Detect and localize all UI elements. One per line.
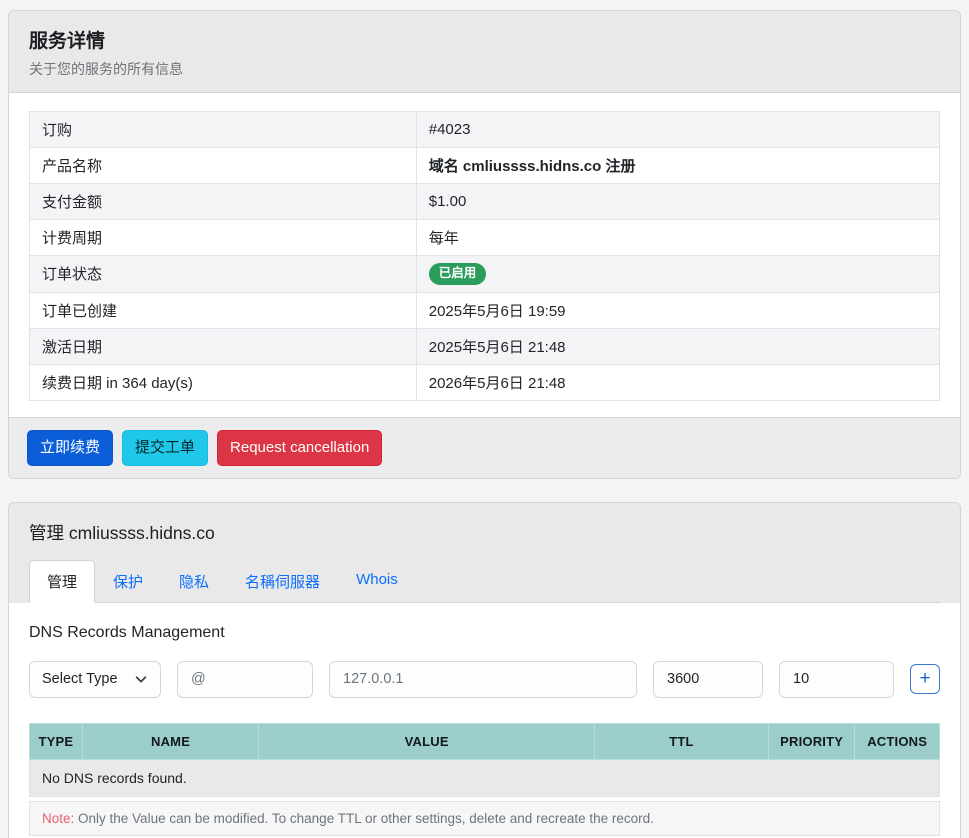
record-value-input[interactable] xyxy=(329,661,637,698)
dns-records-table: TYPE NAME VALUE TTL PRIORITY ACTIONS No … xyxy=(29,723,940,797)
dns-table-header-row: TYPE NAME VALUE TTL PRIORITY ACTIONS xyxy=(30,723,940,759)
table-row: 支付金额 $1.00 xyxy=(30,184,940,220)
service-card-header: 服务详情 关于您的服务的所有信息 xyxy=(9,11,960,93)
manage-domain-card: 管理 cmliussss.hidns.co 管理 保护 隐私 名稱伺服器 Who… xyxy=(8,502,961,838)
row-value: $1.00 xyxy=(416,184,939,220)
dns-empty-row: No DNS records found. xyxy=(30,759,940,796)
column-header-ttl: TTL xyxy=(595,723,769,759)
record-name-input[interactable] xyxy=(177,661,313,698)
row-label: 订购 xyxy=(30,112,417,148)
tab-nameservers[interactable]: 名稱伺服器 xyxy=(227,560,338,603)
request-cancellation-button[interactable]: Request cancellation xyxy=(217,430,382,466)
status-badge: 已启用 xyxy=(429,263,487,285)
page-subtitle: 关于您的服务的所有信息 xyxy=(29,59,940,79)
service-details-table: 订购 #4023 产品名称 域名 cmliussss.hidns.co 注册 支… xyxy=(29,111,940,401)
record-type-select[interactable]: Select Type xyxy=(29,661,161,698)
product-name-value: 域名 cmliussss.hidns.co 注册 xyxy=(416,148,939,184)
dns-note: Note: Only the Value can be modified. To… xyxy=(29,801,940,836)
table-row: 产品名称 域名 cmliussss.hidns.co 注册 xyxy=(30,148,940,184)
manage-card-body: DNS Records Management Select Type + TYP… xyxy=(9,603,960,838)
record-ttl-input[interactable] xyxy=(653,661,763,698)
table-row: 续费日期 in 364 day(s) 2026年5月6日 21:48 xyxy=(30,364,940,400)
row-label: 产品名称 xyxy=(30,148,417,184)
record-type-selected-value: Select Type xyxy=(42,671,118,687)
row-label: 激活日期 xyxy=(30,328,417,364)
record-priority-input[interactable] xyxy=(779,661,894,698)
service-card-footer: 立即续费 提交工单 Request cancellation xyxy=(9,417,960,478)
tab-whois[interactable]: Whois xyxy=(338,560,416,603)
row-label: 订单已创建 xyxy=(30,292,417,328)
renew-now-button[interactable]: 立即续费 xyxy=(27,430,113,466)
service-details-card: 服务详情 关于您的服务的所有信息 订购 #4023 产品名称 域名 cmlius… xyxy=(8,10,961,479)
row-label: 支付金额 xyxy=(30,184,417,220)
row-label: 订单状态 xyxy=(30,256,417,293)
column-header-priority: PRIORITY xyxy=(768,723,854,759)
table-row: 订单状态 已启用 xyxy=(30,256,940,293)
table-row: 订购 #4023 xyxy=(30,112,940,148)
add-record-button[interactable]: + xyxy=(910,664,940,694)
row-value: 2025年5月6日 21:48 xyxy=(416,328,939,364)
column-header-value: VALUE xyxy=(259,723,595,759)
row-value: 已启用 xyxy=(416,256,939,293)
tab-protection[interactable]: 保护 xyxy=(95,560,161,603)
manage-title: 管理 cmliussss.hidns.co xyxy=(29,520,940,545)
manage-tabs: 管理 保护 隐私 名稱伺服器 Whois xyxy=(29,560,940,603)
note-label: Note: xyxy=(42,811,74,826)
table-row: 激活日期 2025年5月6日 21:48 xyxy=(30,328,940,364)
row-value: 2025年5月6日 19:59 xyxy=(416,292,939,328)
table-row: 订单已创建 2025年5月6日 19:59 xyxy=(30,292,940,328)
tab-privacy[interactable]: 隐私 xyxy=(161,560,227,603)
chevron-down-icon xyxy=(134,672,148,686)
note-text: Only the Value can be modified. To chang… xyxy=(74,811,654,826)
row-label: 计费周期 xyxy=(30,220,417,256)
manage-card-header: 管理 cmliussss.hidns.co 管理 保护 隐私 名稱伺服器 Who… xyxy=(9,503,960,603)
column-header-actions: ACTIONS xyxy=(855,723,940,759)
tab-manage[interactable]: 管理 xyxy=(29,560,95,603)
submit-ticket-button[interactable]: 提交工单 xyxy=(122,430,208,466)
column-header-name: NAME xyxy=(82,723,259,759)
table-row: 计费周期 每年 xyxy=(30,220,940,256)
row-value: 2026年5月6日 21:48 xyxy=(416,364,939,400)
column-header-type: TYPE xyxy=(30,723,83,759)
row-label: 续费日期 in 364 day(s) xyxy=(30,364,417,400)
empty-state-message: No DNS records found. xyxy=(30,759,940,796)
service-card-body: 订购 #4023 产品名称 域名 cmliussss.hidns.co 注册 支… xyxy=(9,93,960,417)
row-value: #4023 xyxy=(416,112,939,148)
row-value: 每年 xyxy=(416,220,939,256)
page-title: 服务详情 xyxy=(29,26,940,53)
dns-section-title: DNS Records Management xyxy=(29,624,940,642)
dns-add-record-form: Select Type + xyxy=(29,661,940,698)
